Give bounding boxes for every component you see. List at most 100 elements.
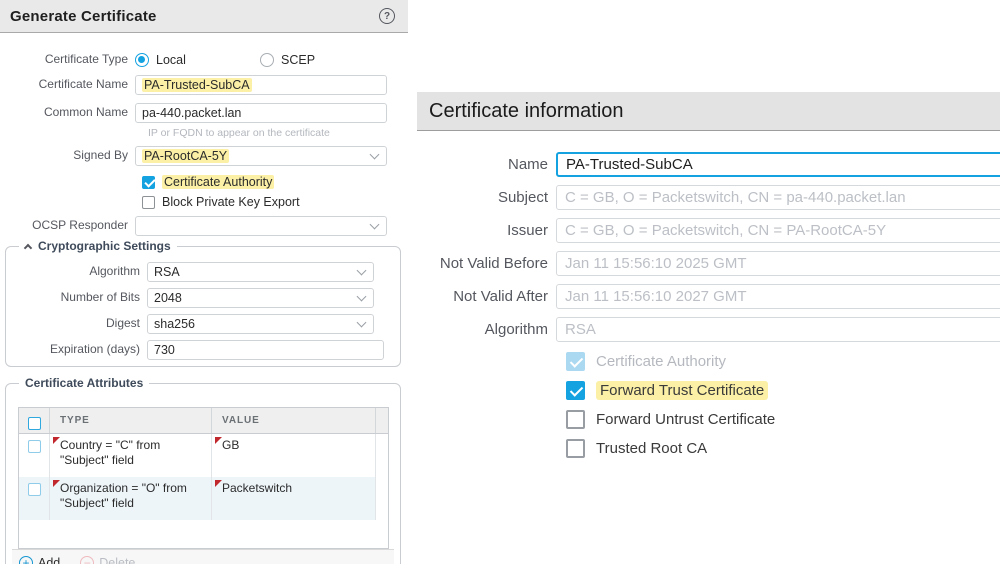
digest-dropdown[interactable]: sha256: [147, 314, 374, 334]
number-of-bits-row: Number of Bits 2048: [6, 288, 400, 308]
value-column-header: VALUE: [211, 408, 375, 433]
checkbox-checked-icon: [142, 176, 155, 189]
radio-local[interactable]: Local: [135, 53, 260, 67]
checkbox-checked-icon: [566, 381, 585, 400]
subject-row: Subject C = GB, O = Packetswitch, CN = p…: [417, 185, 1000, 210]
number-of-bits-dropdown[interactable]: 2048: [147, 288, 374, 308]
certificate-attributes-section: Certificate Attributes TYPE VALUE: [5, 383, 401, 564]
ocsp-responder-dropdown[interactable]: [135, 216, 387, 236]
dialog-title: Certificate information: [429, 100, 624, 123]
algorithm-row: Algorithm RSA: [6, 262, 400, 282]
certificate-authority-checkbox-row[interactable]: Certificate Authority: [142, 175, 408, 189]
dialog-header: Generate Certificate ?: [0, 0, 408, 33]
radio-unselected-icon: [260, 53, 274, 67]
row-checkbox-cell: [19, 434, 49, 477]
issuer-input: C = GB, O = Packetswitch, CN = PA-RootCA…: [556, 218, 1000, 243]
forward-untrust-certificate-checkbox-row[interactable]: Forward Untrust Certificate: [566, 410, 1000, 429]
scroll-gutter-cell: [375, 477, 388, 520]
attribute-value-text: GB: [222, 438, 239, 452]
dialog-body: Certificate Type Local SCEP Certificate …: [0, 33, 408, 564]
signed-by-row: Signed By PA-RootCA-5Y: [0, 146, 408, 166]
delete-button-label: Delete: [99, 556, 135, 564]
expiration-days-value: 730: [154, 343, 175, 357]
radio-scep-label: SCEP: [281, 53, 315, 67]
subject-value: C = GB, O = Packetswitch, CN = pa-440.pa…: [565, 189, 906, 206]
ocsp-responder-label: OCSP Responder: [0, 219, 135, 232]
plus-circle-icon: +: [19, 556, 33, 564]
delete-button[interactable]: − Delete: [80, 556, 135, 564]
not-valid-after-label: Not Valid After: [417, 288, 556, 305]
digest-row: Digest sha256: [6, 314, 400, 334]
expiration-days-row: Expiration (days) 730: [6, 340, 400, 360]
signed-by-dropdown[interactable]: PA-RootCA-5Y: [135, 146, 387, 166]
table-row[interactable]: Country = "C" from "Subject" field GB: [19, 434, 388, 477]
attribute-type-text: Country = "C" from "Subject" field: [60, 438, 160, 467]
forward-trust-certificate-checkbox-row[interactable]: Forward Trust Certificate: [566, 381, 1000, 400]
issuer-label: Issuer: [417, 222, 556, 239]
chevron-down-icon: [370, 150, 380, 160]
scroll-gutter-cell: [375, 434, 388, 477]
common-name-input[interactable]: pa-440.packet.lan: [135, 103, 387, 123]
ocsp-responder-row: OCSP Responder: [0, 216, 408, 236]
chevron-down-icon: [370, 220, 380, 230]
certificate-name-input[interactable]: PA-Trusted-SubCA: [135, 75, 387, 95]
name-value: PA-Trusted-SubCA: [566, 156, 693, 173]
not-valid-before-label: Not Valid Before: [417, 255, 556, 272]
attribute-type-cell[interactable]: Country = "C" from "Subject" field: [49, 434, 211, 477]
name-label: Name: [417, 156, 556, 173]
expiration-days-input[interactable]: 730: [147, 340, 384, 360]
radio-scep[interactable]: SCEP: [260, 53, 385, 67]
subject-label: Subject: [417, 189, 556, 206]
certificate-information-dialog: Certificate information Name PA-Trusted-…: [417, 0, 1000, 564]
number-of-bits-label: Number of Bits: [6, 291, 147, 304]
dialog-body: Name PA-Trusted-SubCA Subject C = GB, O …: [417, 131, 1000, 468]
cryptographic-settings-section: Cryptographic Settings Algorithm RSA Num…: [5, 246, 401, 367]
cryptographic-settings-legend: Cryptographic Settings: [19, 239, 177, 253]
modified-marker-icon: [215, 437, 222, 444]
block-private-key-export-label: Block Private Key Export: [162, 195, 300, 209]
trusted-root-ca-checkbox-row[interactable]: Trusted Root CA: [566, 439, 1000, 458]
common-name-value: pa-440.packet.lan: [142, 106, 241, 120]
not-valid-after-input: Jan 11 15:56:10 2027 GMT: [556, 284, 1000, 309]
select-all-checkbox[interactable]: [28, 417, 41, 430]
certificate-authority-label: Certificate Authority: [596, 353, 726, 370]
certificate-authority-label: Certificate Authority: [162, 175, 274, 189]
radio-selected-icon: [135, 53, 149, 67]
attribute-value-cell[interactable]: GB: [211, 434, 375, 477]
common-name-hint: IP or FQDN to appear on the certificate: [148, 127, 408, 139]
radio-local-label: Local: [156, 53, 186, 67]
certificate-attributes-title: Certificate Attributes: [25, 376, 143, 390]
algorithm-dropdown[interactable]: RSA: [147, 262, 374, 282]
common-name-label: Common Name: [0, 106, 135, 119]
not-valid-before-row: Not Valid Before Jan 11 15:56:10 2025 GM…: [417, 251, 1000, 276]
digest-label: Digest: [6, 317, 147, 330]
add-button[interactable]: + Add: [19, 556, 60, 564]
type-column-label: TYPE: [50, 415, 90, 426]
checkbox-unchecked-icon: [566, 410, 585, 429]
issuer-row: Issuer C = GB, O = Packetswitch, CN = PA…: [417, 218, 1000, 243]
generate-certificate-dialog: Generate Certificate ? Certificate Type …: [0, 0, 408, 564]
help-icon[interactable]: ?: [379, 8, 395, 24]
table-row[interactable]: Organization = "O" from "Subject" field …: [19, 477, 388, 520]
name-input[interactable]: PA-Trusted-SubCA: [556, 152, 1000, 177]
common-name-row: Common Name pa-440.packet.lan: [0, 103, 408, 123]
certificate-name-value: PA-Trusted-SubCA: [142, 78, 252, 92]
algorithm-value: RSA: [154, 265, 180, 279]
certificate-name-label: Certificate Name: [0, 78, 135, 91]
row-checkbox[interactable]: [28, 483, 41, 496]
number-of-bits-value: 2048: [154, 291, 182, 305]
modified-marker-icon: [53, 437, 60, 444]
row-checkbox[interactable]: [28, 440, 41, 453]
attribute-value-text: Packetswitch: [222, 481, 292, 495]
trusted-root-ca-label: Trusted Root CA: [596, 440, 707, 457]
table-empty-area: [19, 520, 388, 548]
forward-trust-certificate-label: Forward Trust Certificate: [596, 381, 768, 400]
screenshot-root: Generate Certificate ? Certificate Type …: [0, 0, 1000, 564]
chevron-down-icon: [357, 266, 367, 276]
collapse-chevron-icon[interactable]: [24, 243, 32, 251]
attribute-type-cell[interactable]: Organization = "O" from "Subject" field: [49, 477, 211, 520]
attribute-value-cell[interactable]: Packetswitch: [211, 477, 375, 520]
not-valid-after-row: Not Valid After Jan 11 15:56:10 2027 GMT: [417, 284, 1000, 309]
block-private-key-export-checkbox-row[interactable]: Block Private Key Export: [142, 195, 408, 209]
header-checkbox-cell: [19, 408, 49, 433]
